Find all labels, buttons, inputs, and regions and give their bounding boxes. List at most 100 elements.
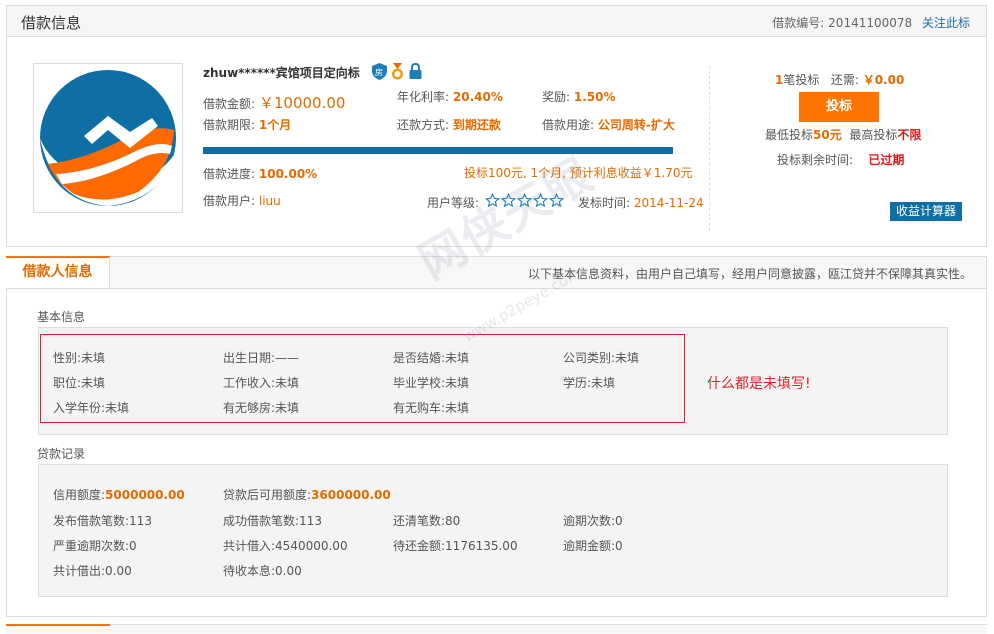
purpose-label: 借款用途: [542,118,595,132]
loan-panel-title: 借款信息 [21,14,82,32]
record-value: 80 [445,514,461,528]
reward-label: 奖励: [542,90,571,104]
record-value: 113 [129,514,152,528]
repay-value: 到期还款 [452,118,501,132]
record-value: 4540000.00 [275,539,348,553]
record-pending-repay: 待还金额:1176135.00 [393,537,518,554]
shield-icon: 房 [372,63,387,80]
borrower-tab-strip: 借款人信息 以下基本信息资料，由用户自己填写，经用户同意披露，瓯江贷并不保障其真… [6,256,986,289]
tab-borrower-info[interactable]: 借款人信息 [6,256,110,288]
record-value: 0 [129,539,137,553]
borrower-info-panel: 借款人信息 以下基本信息资料，由用户自己填写，经用户同意披露，瓯江贷并不保障其真… [6,256,987,617]
star-icon [516,192,533,208]
record-value: 113 [299,514,322,528]
record-total-lent: 共计借出:0.00 [53,562,132,579]
loan-badges: 房 [372,62,423,80]
publish-value: 2014-11-24 [633,196,704,210]
record-value: 0.00 [275,564,302,578]
project-logo-image [40,70,176,206]
publish-label: 发标时间: [578,196,631,210]
record-value: 0 [615,514,623,528]
amount-value: ￥10000.00 [258,94,346,112]
rate-value: 20.40% [452,90,503,104]
record-label: 严重逾期次数: [53,539,130,553]
star-icon [484,192,501,208]
record-label: 逾期金额: [563,539,616,553]
record-label: 发布借款笔数: [53,514,130,528]
remaining-label: 投标剩余时间: [777,153,854,167]
lock-icon [408,62,423,80]
user-value[interactable]: liuu [259,194,281,208]
basic-info-title: 基本信息 [37,310,86,324]
loan-number: 借款编号: 20141100078 关注此标 [772,14,970,31]
record-value: 1176135.00 [445,539,518,553]
record-credit-limit: 信用额度:5000000.00 [53,486,185,503]
need-label: 还需: [830,73,859,87]
record-label: 待收本息: [223,564,276,578]
purpose-field: 借款用途: 公司周转-扩大 [542,116,675,133]
svg-text:房: 房 [375,67,383,77]
record-serious-overdue: 严重逾期次数:0 [53,537,137,554]
remaining-value: 已过期 [868,153,905,167]
bid-button[interactable]: 投标 [799,92,879,122]
user-label: 借款用户: [203,194,256,208]
term-value: 1个月 [258,118,292,132]
record-label: 共计借出: [53,564,106,578]
amount-field: 借款金额: ￥10000.00 [203,92,345,113]
star-icon [532,192,549,208]
term-field: 借款期限: 1个月 [203,116,291,133]
publish-field: 发标时间: 2014-11-24 [578,194,704,211]
user-level-stars [484,192,565,208]
bid-limits: 最低投标50元 最高投标不限 [765,126,921,143]
loan-number-value: 20141100078 [828,16,913,30]
reward-field: 奖励: 1.50% [542,88,616,105]
reward-value: 1.50% [573,90,616,104]
medal-icon [390,63,405,80]
loan-panel-header: 借款信息 借款编号: 20141100078 关注此标 [7,6,986,37]
progress-label: 借款进度: [203,167,256,181]
need-value: ￥0.00 [862,73,905,87]
follow-link[interactable]: 关注此标 [922,16,970,30]
star-icon [548,192,565,208]
min-bid-value: 50元 [813,128,842,142]
record-label: 待还金额: [393,539,446,553]
rate-label: 年化利率: [397,90,450,104]
purpose-value: 公司周转-扩大 [597,118,675,132]
disclaimer-note: 以下基本信息资料，由用户自己填写，经用户同意披露，瓯江贷并不保障其真实性。 [527,267,972,281]
level-label: 用户等级: [427,196,480,210]
next-tab-accent [6,624,110,626]
progress-field: 借款进度: 100.00% [203,165,317,182]
record-pending-receive: 待收本息:0.00 [223,562,302,579]
bid-summary: 1笔投标 还需: ￥0.00 [775,71,904,88]
bids-suffix: 笔投标 [783,73,820,87]
repay-field: 还款方式: 到期还款 [397,116,501,133]
record-label: 成功借款笔数: [223,514,300,528]
star-icon [500,192,517,208]
repay-label: 还款方式: [397,118,450,132]
record-label: 还清笔数: [393,514,446,528]
loan-number-label: 借款编号: [772,16,825,30]
project-logo [33,63,183,213]
loan-progress-fill [203,147,673,154]
term-label: 借款期限: [203,118,256,132]
record-value: 5000000.00 [105,488,185,502]
user-field: 借款用户: liuu [203,192,281,209]
record-label: 贷款后可用额度: [223,488,312,502]
max-bid-value: 不限 [897,128,922,142]
record-repaid-count: 还清笔数:80 [393,512,460,529]
record-value: 0 [615,539,623,553]
loan-info-panel: 借款信息 借款编号: 20141100078 关注此标 zhuw******宾馆… [6,5,987,247]
record-overdue-amount: 逾期金额:0 [563,537,623,554]
record-label: 逾期次数: [563,514,616,528]
progress-value: 100.00% [258,167,318,181]
annotation-text: 什么都是未填写! [707,376,811,392]
profit-calculator-button[interactable]: 收益计算器 [890,202,962,221]
loan-title[interactable]: zhuw******宾馆项目定向标 [203,64,360,81]
loan-progress-bar [203,147,673,154]
remaining-time: 投标剩余时间: 已过期 [777,151,904,168]
rate-field: 年化利率: 20.40% [397,88,503,105]
record-label: 共计借入: [223,539,276,553]
record-available-limit: 贷款后可用额度:3600000.00 [223,486,391,503]
amount-label: 借款金额: [203,97,256,111]
max-bid-label: 最高投标 [849,128,898,142]
